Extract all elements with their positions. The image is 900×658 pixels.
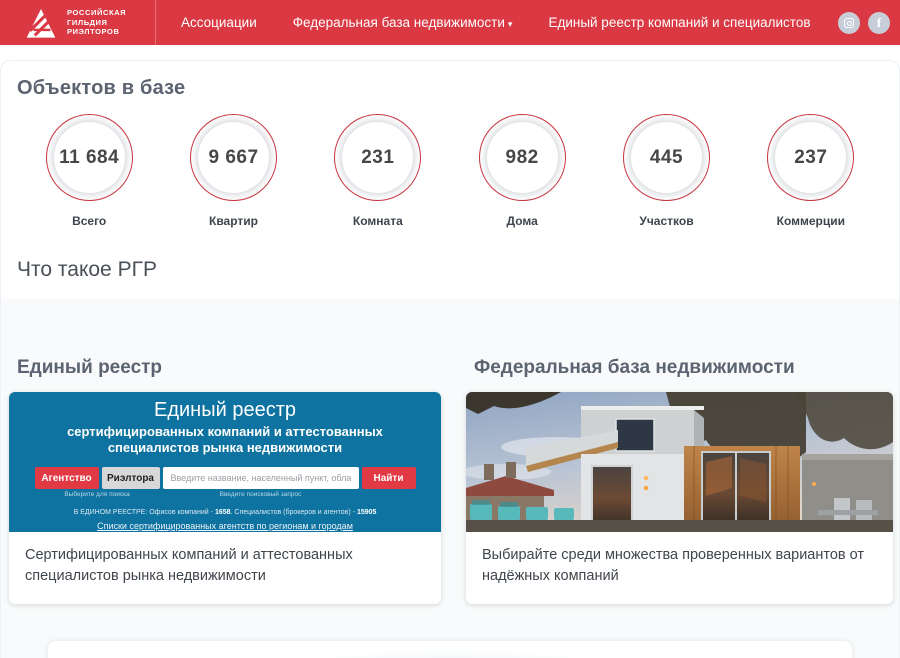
fedbase-card[interactable]: Выбирайте среди множества проверенных ва…: [466, 392, 893, 604]
realtor-button[interactable]: Риэлтора: [102, 467, 160, 489]
stat-value: 231: [361, 147, 394, 169]
social-links: f: [838, 0, 890, 45]
main-nav: Ассоциации Федеральная база недвижимости…: [181, 15, 847, 30]
stat-houses: 982 Дома: [450, 114, 594, 228]
fedbase-caption: Выбирайте среди множества проверенных ва…: [466, 532, 893, 604]
logo-text: РОССИЙСКАЯ ГИЛЬДИЯ РИЭЛТОРОВ: [67, 8, 126, 37]
fedbase-section-title: Федеральная база недвижимости: [474, 357, 893, 379]
about-title: Что такое РГР: [17, 258, 883, 282]
stat-plots: 445 Участков: [594, 114, 738, 228]
registry-search-form: Агентство Риэлтора Найти: [9, 467, 441, 489]
header: РОССИЙСКАЯ ГИЛЬДИЯ РИЭЛТОРОВ Ассоциации …: [0, 0, 900, 45]
russia-map-image: [170, 651, 730, 658]
registry-section-title: Единый реестр: [17, 357, 441, 379]
registry-column: Единый реестр Единый реестр сертифициров…: [9, 357, 441, 604]
stats-section: Объектов в базе 11 684 Всего 9 667 Кварт…: [1, 61, 899, 228]
form-hints: Выберите для поиска Введите поисковый за…: [9, 491, 441, 498]
stats-row: 11 684 Всего 9 667 Квартир 231 Комната 9…: [17, 114, 883, 228]
stat-label: Дома: [450, 214, 594, 228]
stats-title: Объектов в базе: [17, 77, 883, 100]
stat-value: 237: [794, 147, 827, 169]
modern-house-photo: [466, 392, 893, 532]
registry-card[interactable]: Единый реестр сертифицированных компаний…: [9, 392, 441, 604]
page-content: Объектов в базе 11 684 Всего 9 667 Кварт…: [0, 60, 900, 658]
stat-value: 9 667: [208, 147, 258, 169]
instagram-icon[interactable]: [838, 12, 860, 34]
registry-search-input[interactable]: [163, 467, 359, 489]
stat-apartments: 9 667 Квартир: [161, 114, 305, 228]
buttons-hint: Выберите для поиска: [35, 491, 160, 498]
rgr-logo-icon: [24, 6, 58, 40]
stat-label: Квартир: [161, 214, 305, 228]
stat-commercial: 237 Коммерции: [739, 114, 883, 228]
stat-value: 982: [506, 147, 539, 169]
stat-rooms: 231 Комната: [306, 114, 450, 228]
stat-value: 11 684: [59, 147, 119, 169]
registry-caption: Сертифицированных компаний и аттестованн…: [9, 532, 441, 604]
find-button[interactable]: Найти: [362, 467, 416, 489]
registry-banner: Единый реестр сертифицированных компаний…: [9, 392, 441, 532]
stat-total: 11 684 Всего: [17, 114, 161, 228]
map-panel: [48, 641, 852, 658]
facebook-icon[interactable]: f: [868, 12, 890, 34]
nav-item-federal-base[interactable]: Федеральная база недвижимости▾: [293, 15, 513, 30]
nav-item-registry[interactable]: Единый реестр компаний и специалистов: [548, 15, 810, 30]
stat-label: Всего: [17, 214, 161, 228]
stat-label: Участков: [594, 214, 738, 228]
chevron-down-icon: ▾: [508, 19, 513, 29]
stat-label: Комната: [306, 214, 450, 228]
agency-button[interactable]: Агентство: [35, 467, 99, 489]
fedbase-column: Федеральная база недвижимости: [466, 357, 893, 604]
registry-banner-subtitle: сертифицированных компаний и аттестованн…: [39, 424, 411, 456]
stat-label: Коммерции: [739, 214, 883, 228]
registry-banner-title: Единый реестр: [9, 399, 441, 422]
certified-agencies-link[interactable]: Списки сертифицированных агентств по рег…: [97, 521, 353, 531]
nav-item-associations[interactable]: Ассоциации: [181, 15, 257, 30]
about-section: Что такое РГР: [1, 228, 899, 282]
registry-stats-line: В ЕДИНОМ РЕЕСТРЕ: Офисов компаний - 1658…: [9, 509, 441, 516]
header-separator: [155, 0, 156, 45]
input-hint: Введите поисковый запрос: [160, 491, 362, 498]
lower-region: Единый реестр Единый реестр сертифициров…: [1, 299, 899, 658]
stat-value: 445: [650, 147, 683, 169]
logo[interactable]: РОССИЙСКАЯ ГИЛЬДИЯ РИЭЛТОРОВ: [0, 0, 155, 45]
